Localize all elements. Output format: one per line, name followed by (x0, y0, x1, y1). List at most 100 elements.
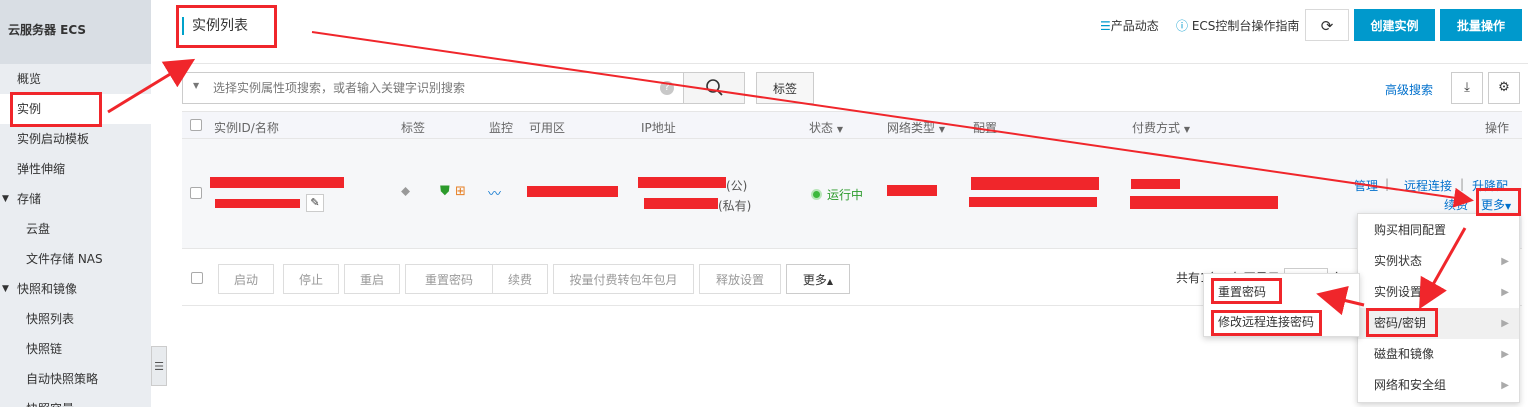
menu-item-label: 网络和安全组 (1374, 378, 1447, 392)
menu-item-label: 实例状态 (1374, 254, 1423, 268)
guide-label: ECS控制台操作指南 (1191, 19, 1300, 33)
menu-item-buy-same-config[interactable]: 购买相同配置 (1358, 215, 1519, 246)
release-settings-button[interactable]: 释放设置 (699, 264, 781, 294)
highlight-page-title (176, 5, 277, 48)
table-row: ✎ ⬥ ⛊ ⊞ 〰 (公) (私有) 运行中 管理 | 远程连接 | 升降配 续… (182, 139, 1522, 249)
status-badge: 运行中 (811, 186, 863, 203)
renew-button[interactable]: 续费 (492, 264, 548, 294)
redacted-config-line1 (971, 177, 1099, 190)
sidebar-item-snapshot-chain[interactable]: 快照链 (0, 334, 151, 364)
highlight-password-key (1366, 308, 1438, 337)
column-label: 网络类型 (887, 121, 936, 135)
highlight-more-link (1476, 188, 1521, 216)
refresh-icon: ⟳ (1320, 17, 1334, 35)
sidebar-item-overview[interactable]: 概览 (0, 64, 151, 94)
guide-link[interactable]: ⓘ ECS控制台操作指南 (1176, 18, 1299, 34)
redacted-network-type (887, 185, 937, 196)
column-label: 状态 (809, 121, 834, 135)
column-header-network[interactable]: 网络类型 ▼ (887, 119, 945, 136)
caret-down-icon: ▼ (2, 194, 9, 204)
sidebar-collapse-handle[interactable]: ☰ (151, 346, 167, 386)
row-checkbox[interactable] (190, 187, 202, 199)
header-divider (166, 63, 1528, 64)
advanced-search-link[interactable]: 高级搜索 (1385, 81, 1433, 98)
column-header-id[interactable]: 实例ID/名称 (214, 119, 279, 136)
menu-item-instance-status[interactable]: 实例状态 ▶ (1358, 246, 1519, 277)
help-icon[interactable]: ? (660, 81, 674, 95)
start-button[interactable]: 启动 (218, 264, 274, 294)
sidebar-item-label: 快照和镜像 (17, 282, 78, 296)
highlight-modify-remote-password (1211, 310, 1322, 336)
sidebar-item-snapshot-list[interactable]: 快照列表 (0, 304, 151, 334)
renew-link[interactable]: 续费 (1444, 196, 1468, 213)
search-input[interactable] (213, 79, 643, 97)
create-instance-button[interactable]: 创建实例 (1354, 9, 1435, 41)
redacted-public-ip (638, 177, 726, 188)
menu-item-label: 实例设置 (1374, 285, 1423, 299)
redacted-config-line2 (969, 197, 1097, 207)
edit-icon[interactable]: ✎ (306, 194, 324, 212)
batch-select-checkbox[interactable] (191, 272, 203, 284)
monitor-chart-icon[interactable]: 〰 (488, 183, 501, 202)
tag-icon[interactable]: ⬥ (401, 184, 410, 199)
redacted-billing-line1 (1131, 179, 1180, 189)
caret-down-icon: ▼ (1183, 125, 1190, 134)
op-divider: | (1460, 177, 1465, 191)
convert-billing-button[interactable]: 按量付费转包年包月 (553, 264, 694, 294)
sidebar-item-launch-templates[interactable]: 实例启动模板 (0, 124, 151, 154)
status-label: 运行中 (827, 188, 864, 202)
restart-button[interactable]: 重启 (344, 264, 400, 294)
windows-icon: ⊞ (455, 184, 466, 199)
redacted-zone (527, 186, 618, 197)
redacted-billing-line2 (1130, 196, 1278, 209)
column-header-ip: IP地址 (641, 121, 676, 135)
reset-password-batch-button[interactable]: 重置密码 (405, 264, 493, 294)
search-box: ▼ ? (182, 72, 684, 104)
redacted-private-ip (644, 198, 718, 209)
sidebar-item-storage[interactable]: ▼ 存储 (0, 184, 151, 214)
public-ip-suffix: (公) (726, 179, 748, 193)
menu-item-disks-images[interactable]: 磁盘和镜像 ▶ (1358, 339, 1519, 370)
stop-button[interactable]: 停止 (283, 264, 339, 294)
column-header-monitor: 监控 (489, 121, 514, 135)
caret-down-icon: ▼ (836, 125, 843, 134)
batch-more-button[interactable]: 更多▲ (786, 264, 850, 294)
column-header-config: 配置 (973, 121, 998, 135)
product-news-link[interactable]: ☰产品动态 (1100, 18, 1159, 34)
collapse-icon: ☰ (154, 360, 164, 373)
column-header-billing[interactable]: 付费方式 ▼ (1132, 119, 1190, 136)
tag-filter-button[interactable]: 标签 (756, 72, 814, 104)
column-header-tags: 标签 (401, 121, 426, 135)
remote-connect-link[interactable]: 远程连接 (1404, 177, 1452, 194)
export-icon: ⤓ (1464, 80, 1470, 95)
status-dot (811, 189, 822, 200)
search-button[interactable] (683, 72, 745, 104)
menu-item-instance-settings[interactable]: 实例设置 ▶ (1358, 277, 1519, 308)
menu-item-network-security[interactable]: 网络和安全组 ▶ (1358, 370, 1519, 401)
batch-operation-button[interactable]: 批量操作 (1440, 9, 1522, 41)
column-header-zone: 可用区 (529, 121, 566, 135)
select-all-checkbox[interactable] (190, 119, 202, 131)
caret-down-icon: ▼ (193, 81, 200, 90)
sidebar-item-snapshots-images[interactable]: ▼ 快照和镜像 (0, 274, 151, 304)
search-icon (706, 79, 723, 96)
column-header-status[interactable]: 状态 ▼ (809, 119, 843, 136)
gear-icon: ⚙ (1498, 80, 1510, 95)
sidebar-item-nas[interactable]: 文件存储 NAS (0, 244, 151, 274)
op-divider: | (1385, 177, 1390, 191)
caret-up-icon: ▲ (826, 277, 834, 286)
refresh-button[interactable]: ⟳ (1305, 9, 1349, 41)
export-button[interactable]: ⤓ (1451, 72, 1483, 104)
table-header: 实例ID/名称 标签 监控 可用区 IP地址 状态 ▼ 网络类型 ▼ 配置 付费… (182, 111, 1522, 139)
chevron-right-icon: ▶ (1501, 318, 1509, 329)
menu-item-label: 磁盘和镜像 (1374, 347, 1435, 361)
product-news-label: 产品动态 (1110, 19, 1159, 33)
sidebar-item-snapshot-capacity[interactable]: 快照容量 (0, 394, 151, 407)
sidebar-item-auto-scaling[interactable]: 弹性伸缩 (0, 154, 151, 184)
manage-link[interactable]: 管理 (1354, 177, 1378, 194)
sidebar-item-auto-snapshot-policy[interactable]: 自动快照策略 (0, 364, 151, 394)
highlight-sidebar-instances (10, 92, 102, 127)
column-label: 付费方式 (1132, 121, 1181, 135)
sidebar-item-disks[interactable]: 云盘 (0, 214, 151, 244)
settings-button[interactable]: ⚙ (1488, 72, 1520, 104)
